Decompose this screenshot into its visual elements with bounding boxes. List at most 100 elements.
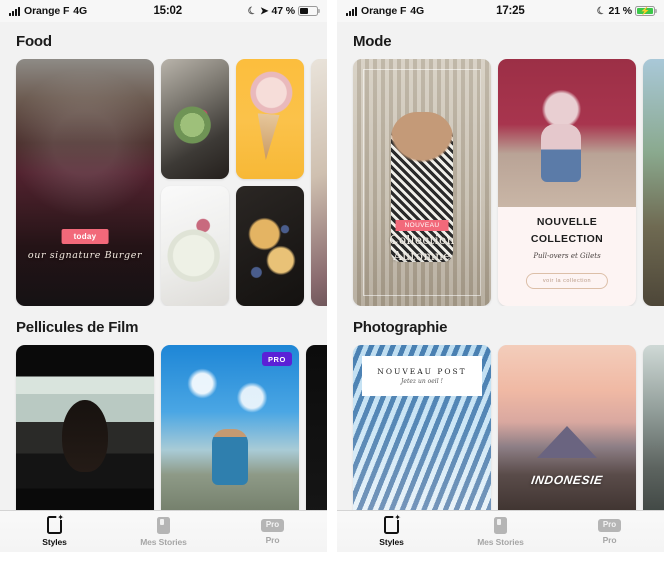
status-bar: Orange F 4G 15:02 ☾ ➤ 47 % [0,0,327,22]
icecream-card[interactable] [236,59,304,179]
tab-pro-label: Pro [602,534,617,545]
indonesie-card[interactable]: INDONESIE [498,345,636,510]
styles-icon: ✦ [384,514,401,534]
voir-collection-button[interactable]: voir la collection [525,272,609,289]
mode-row[interactable]: NOUVEAU Collection Automne NOUVELLE COLL… [337,59,664,306]
mode-third-card[interactable] [643,59,664,306]
carrier-label: Orange F [24,5,70,17]
tab-styles[interactable]: ✦ Styles [337,514,446,548]
tab-mes-stories-label: Mes Stories [477,536,524,547]
salad-card[interactable] [161,59,229,179]
status-bar-left: Orange F 4G [9,5,87,17]
nouveau-post-title: NOUVEAU POST [377,367,467,376]
app-screen: Orange F 4G 17:25 ☾ 21 % ⚡ Mode NOUVEAU … [337,0,664,552]
nouvelle-title-line2: COLLECTION [530,233,604,246]
status-bar-right: ☾ ➤ 47 % [246,4,318,18]
bottom-whitespace [0,552,327,575]
signal-bars-icon [346,6,357,16]
mode-photo-1 [353,59,491,306]
nouveau-post-label: NOUVEAU POST Jetez un oeil ! [362,356,482,396]
collection-title-line2: Automne [393,249,451,264]
pro-badge-icon: Pro [260,518,285,532]
tab-pro[interactable]: Pro Pro [218,518,327,545]
film-dark-photo [16,345,154,510]
screenshot-pair: Orange F 4G 15:02 ☾ ➤ 47 % Food today ou… [0,0,664,575]
model-photo [498,59,636,208]
tab-bar[interactable]: ✦ Styles Mes Stories Pro Pro [337,510,664,552]
burger-script-text: our signature Burger [27,250,143,262]
film-black-photo [306,345,327,510]
nouvelle-collection-card[interactable]: NOUVELLE COLLECTION Pull-overs et Gilets… [498,59,636,306]
phone-screenshot-right: Orange F 4G 17:25 ☾ 21 % ⚡ Mode NOUVEAU … [332,0,664,575]
status-bar: Orange F 4G 17:25 ☾ 21 % ⚡ [337,0,664,22]
battery-percent-label: 21 % [608,5,632,17]
indonesie-title: INDONESIE [530,472,604,487]
tab-mes-stories[interactable]: Mes Stories [109,516,218,547]
photo-third-card[interactable] [643,345,664,510]
burger-photo [16,59,154,306]
tab-styles-label: Styles [379,537,404,547]
mountain-shape [537,425,597,458]
mode-photo-2 [498,59,636,306]
pro-badge-icon: PRO [261,352,292,366]
battery-percent-label: 47 % [271,5,295,17]
food-row[interactable]: today our signature Burger [0,59,327,306]
tab-bar[interactable]: ✦ Styles Mes Stories Pro Pro [0,510,327,552]
battery-charging-icon: ⚡ [635,6,655,16]
status-bar-left: Orange F 4G [346,5,424,17]
toast-card[interactable] [236,186,304,306]
nouveau-badge: NOUVEAU [395,219,449,231]
location-arrow-icon: ➤ [260,5,269,17]
today-badge: today [61,229,109,245]
section-title-food: Food [16,33,52,50]
photo-row[interactable]: NOUVEAU POST Jetez un oeil ! INDONESIE [337,345,664,510]
battery-icon [298,6,318,16]
styles-content[interactable]: Food today our signature Burger Pellicul… [0,22,327,510]
moon-icon: ☾ [594,4,608,18]
bowl-photo [161,186,229,306]
pro-badge-icon: Pro [597,518,622,532]
icecream-photo [236,59,304,179]
tab-pro[interactable]: Pro Pro [555,518,664,545]
bottom-whitespace [337,552,664,575]
tab-styles-label: Styles [42,537,67,547]
stories-icon [157,516,170,534]
collection-title-line1: Collection [389,233,455,248]
film-row[interactable]: PRO [0,345,327,510]
film-blue-card[interactable]: PRO [161,345,299,510]
salad-photo [161,59,229,179]
section-title-pellicules: Pellicules de Film [16,319,139,336]
moon-icon: ☾ [246,4,259,18]
photo-third-image [643,345,664,510]
nouvelle-title-line1: NOUVELLE [536,215,598,228]
food-mini-grid[interactable] [161,59,304,306]
styles-icon: ✦ [47,514,64,534]
bowl-card[interactable] [161,186,229,306]
nouveau-post-subtitle: Jetez un oeil ! [401,378,443,385]
collection-automne-card[interactable]: NOUVEAU Collection Automne [353,59,491,306]
clock-label: 17:25 [496,5,525,17]
nouvelle-subtitle: Pull-overs et Gilets [533,251,601,260]
app-screen: Orange F 4G 15:02 ☾ ➤ 47 % Food today ou… [0,0,327,552]
section-title-photographie: Photographie [353,319,448,336]
stories-icon [494,516,507,534]
tab-pro-label: Pro [265,534,280,545]
clock-label: 15:02 [153,5,182,17]
film-black-card[interactable] [306,345,327,510]
network-label: 4G [73,5,88,17]
architecture-photo: NOUVEAU POST Jetez un oeil ! [353,345,491,510]
tab-mes-stories[interactable]: Mes Stories [446,516,555,547]
film-blue-photo [161,345,299,510]
network-label: 4G [410,5,425,17]
burger-story-card[interactable]: today our signature Burger [16,59,154,306]
carrier-label: Orange F [361,5,407,17]
side-card[interactable] [311,59,327,306]
tab-mes-stories-label: Mes Stories [140,536,187,547]
film-dark-card[interactable] [16,345,154,510]
tab-styles[interactable]: ✦ Styles [0,514,109,548]
section-title-mode: Mode [353,33,392,50]
styles-content[interactable]: Mode NOUVEAU Collection Automne NOUVELLE [337,22,664,510]
signal-bars-icon [9,6,20,16]
nouveau-post-card[interactable]: NOUVEAU POST Jetez un oeil ! [353,345,491,510]
side-photo [311,59,327,306]
